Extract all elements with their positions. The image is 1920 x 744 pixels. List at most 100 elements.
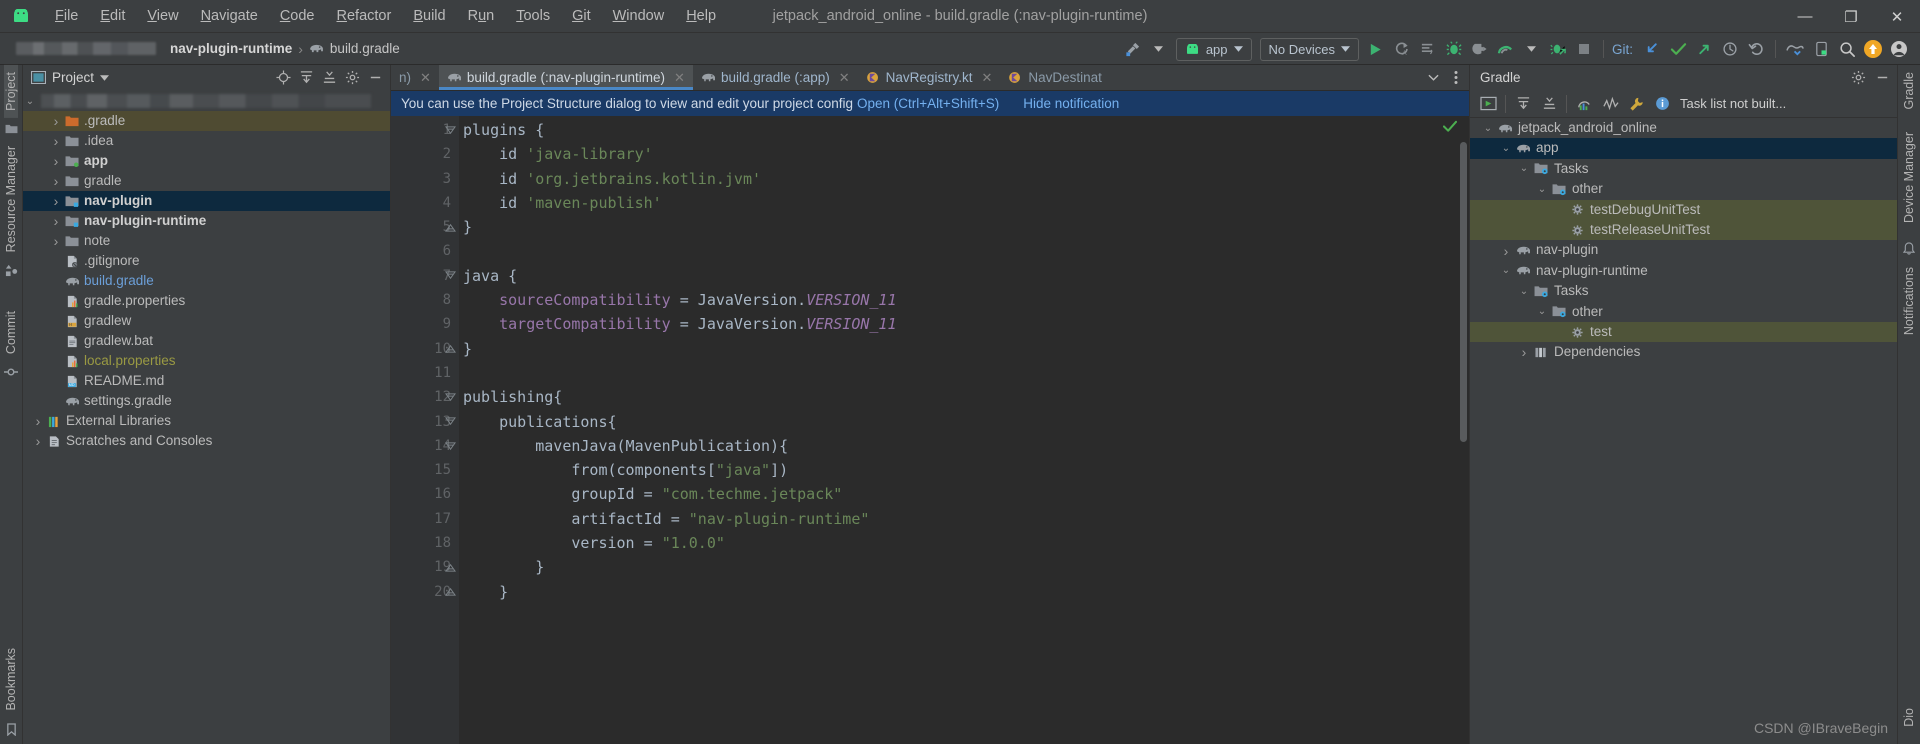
chevron-right-icon[interactable]: › xyxy=(49,113,63,129)
chevron-right-icon[interactable]: › xyxy=(49,233,63,249)
build-tools-icon[interactable] xyxy=(1624,92,1648,116)
run-icon[interactable] xyxy=(1363,36,1389,62)
hide-notification-link[interactable]: Hide notification xyxy=(1023,96,1119,111)
tree-row[interactable]: › nav-plugin xyxy=(23,191,390,211)
chevron-right-icon[interactable]: › xyxy=(49,153,63,169)
editor-tab[interactable]: build.gradle (:nav-plugin-runtime) ✕ xyxy=(438,65,693,90)
editor-tab[interactable]: NavDestinat xyxy=(1000,65,1110,90)
menu-item-help[interactable]: Help xyxy=(675,4,727,28)
project-tree[interactable]: ⌄ › .gradle › .idea › app › gradle › nav-plugin › na… xyxy=(23,90,390,744)
debug-attach-icon[interactable] xyxy=(1545,36,1571,62)
code-line[interactable]: groupId = "com.techme.jetpack" xyxy=(459,482,1469,506)
menu-item-file[interactable]: File xyxy=(44,4,89,28)
code-line[interactable]: plugins { xyxy=(459,118,1469,142)
fold-marker-icon[interactable] xyxy=(443,264,457,288)
settings-icon[interactable] xyxy=(341,67,363,89)
tree-row[interactable]: MD README.md xyxy=(23,371,390,391)
chevron-right-icon[interactable]: › xyxy=(1516,344,1532,360)
update-project-icon[interactable] xyxy=(1639,36,1665,62)
gradle-tree-row[interactable]: › Dependencies xyxy=(1470,342,1897,362)
chevron-down-icon[interactable]: ⌄ xyxy=(1498,265,1514,276)
fold-marker-icon[interactable] xyxy=(443,215,457,239)
sidebar-item-gradle[interactable]: Gradle xyxy=(1902,65,1916,117)
tree-row[interactable]: › .gradle xyxy=(23,111,390,131)
run-configuration-selector[interactable]: app xyxy=(1175,37,1252,61)
gradle-tree[interactable]: ⌄ jetpack_android_online ⌄ app ⌄ Tasks ⌄ other t… xyxy=(1470,118,1897,744)
code-editor[interactable]: 1 2 3 4 5 6 7 8 9 10 11 12 13 14 15 16 17 18 19 20 plugins … xyxy=(391,116,1469,744)
chevron-down-icon[interactable] xyxy=(1422,74,1445,81)
rollback-icon[interactable] xyxy=(1743,36,1769,62)
code-line[interactable]: artifactId = "nav-plugin-runtime" xyxy=(459,507,1469,531)
tree-row[interactable]: › note xyxy=(23,231,390,251)
gradle-tree-row[interactable]: › nav-plugin xyxy=(1470,240,1897,260)
fold-marker-icon[interactable] xyxy=(443,434,457,458)
expand-all-icon[interactable] xyxy=(1511,92,1535,116)
debug-icon[interactable] xyxy=(1441,36,1467,62)
editor-scrollbar[interactable] xyxy=(1460,142,1467,442)
collapse-all-icon[interactable] xyxy=(318,67,340,89)
sidebar-item-dio[interactable]: Dio xyxy=(1902,701,1916,734)
chevron-right-icon[interactable]: › xyxy=(31,413,45,429)
build-hammer-icon[interactable] xyxy=(1120,36,1146,62)
chevron-down-icon[interactable]: ⌄ xyxy=(1534,184,1550,195)
hide-icon[interactable] xyxy=(364,67,386,89)
tree-row[interactable]: settings.gradle xyxy=(23,391,390,411)
tree-row[interactable]: › gradle xyxy=(23,171,390,191)
search-icon[interactable] xyxy=(1834,36,1860,62)
fold-marker-icon[interactable] xyxy=(443,580,457,604)
tree-row[interactable]: › External Libraries xyxy=(23,411,390,431)
gradle-tree-row[interactable]: ⌄ other xyxy=(1470,179,1897,199)
account-icon[interactable] xyxy=(1886,36,1912,62)
code-content[interactable]: plugins { id 'java-library' id 'org.jetb… xyxy=(459,116,1469,744)
sidebar-item-notifications[interactable]: Notifications xyxy=(1902,260,1916,342)
fold-marker-icon[interactable] xyxy=(443,410,457,434)
hide-icon[interactable] xyxy=(1871,67,1893,89)
apply-changes-icon[interactable] xyxy=(1415,36,1441,62)
execute-task-icon[interactable] xyxy=(1476,92,1500,116)
gradle-tree-row[interactable]: ⌄ other xyxy=(1470,302,1897,322)
chevron-right-icon[interactable]: › xyxy=(49,193,63,209)
tree-row[interactable]: local.properties xyxy=(23,351,390,371)
code-line[interactable]: } xyxy=(459,337,1469,361)
chevron-down-icon[interactable]: ⌄ xyxy=(1516,286,1532,297)
fold-marker-icon[interactable] xyxy=(443,555,457,579)
tree-row[interactable]: › .idea xyxy=(23,131,390,151)
tree-row[interactable]: build.gradle xyxy=(23,271,390,291)
sidebar-item-bookmarks[interactable]: Bookmarks xyxy=(4,641,18,718)
code-line[interactable]: id 'maven-publish' xyxy=(459,191,1469,215)
fold-marker-icon[interactable] xyxy=(443,385,457,409)
sidebar-item-project[interactable]: Project xyxy=(4,65,18,118)
build-dropdown-icon[interactable] xyxy=(1146,36,1172,62)
code-line[interactable]: mavenJava(MavenPublication){ xyxy=(459,434,1469,458)
history-icon[interactable] xyxy=(1717,36,1743,62)
chevron-right-icon[interactable]: › xyxy=(1498,243,1514,259)
fold-marker-icon[interactable] xyxy=(443,337,457,361)
fold-marker-icon[interactable] xyxy=(443,118,457,142)
commit-icon[interactable] xyxy=(1665,36,1691,62)
menu-item-view[interactable]: View xyxy=(136,4,189,28)
stop-icon[interactable] xyxy=(1571,36,1597,62)
close-button[interactable]: ✕ xyxy=(1874,0,1920,33)
chevron-down-icon[interactable]: ⌄ xyxy=(1534,306,1550,317)
gradle-tree-row[interactable]: testDebugUnitTest xyxy=(1470,199,1897,220)
gradle-tree-row[interactable]: ⌄ Tasks xyxy=(1470,159,1897,179)
push-icon[interactable] xyxy=(1691,36,1717,62)
avd-manager-icon[interactable] xyxy=(1808,36,1834,62)
code-line[interactable]: id 'java-library' xyxy=(459,142,1469,166)
sidebar-item-resource-manager[interactable]: Resource Manager xyxy=(4,139,18,259)
chevron-right-icon[interactable]: › xyxy=(49,133,63,149)
chevron-down-icon[interactable]: ⌄ xyxy=(1498,143,1514,154)
task-graph-icon[interactable] xyxy=(1572,92,1596,116)
tree-row[interactable]: .gitignore xyxy=(23,251,390,271)
breadcrumb-module[interactable]: nav-plugin-runtime xyxy=(170,41,292,56)
code-line[interactable]: java { xyxy=(459,264,1469,288)
menu-item-window[interactable]: Window xyxy=(602,4,676,28)
code-line[interactable]: from(components["java"]) xyxy=(459,458,1469,482)
code-line[interactable]: } xyxy=(459,215,1469,239)
tree-row[interactable]: gradlew.bat xyxy=(23,331,390,351)
code-line[interactable]: sourceCompatibility = JavaVersion.VERSIO… xyxy=(459,288,1469,312)
code-line[interactable] xyxy=(459,361,1469,385)
code-line[interactable]: publishing{ xyxy=(459,385,1469,409)
chevron-right-icon[interactable]: › xyxy=(49,213,63,229)
menu-item-code[interactable]: Code xyxy=(269,4,326,28)
